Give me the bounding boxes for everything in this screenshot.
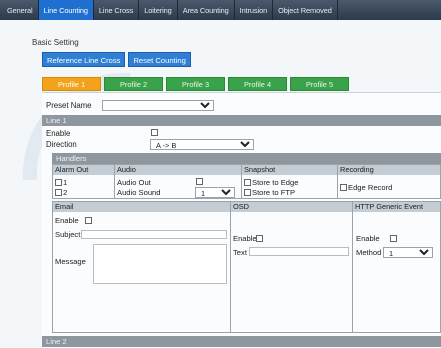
handlers-header: Handlers bbox=[52, 153, 441, 164]
audio-sound-label: Audio Sound bbox=[117, 188, 161, 197]
email-header: Email bbox=[53, 202, 231, 212]
profile-tabs: Profile 1 Profile 2 Profile 3 Profile 4 … bbox=[42, 77, 349, 91]
osd-enable-label: Enable bbox=[233, 234, 257, 243]
direction-select[interactable]: A -> B bbox=[150, 139, 254, 150]
reference-line-cross-button[interactable]: Reference Line Cross bbox=[42, 52, 126, 67]
store-to-ftp-checkbox[interactable] bbox=[244, 189, 251, 196]
recording-header: Recording bbox=[338, 165, 440, 175]
store-to-edge-label: Store to Edge bbox=[252, 178, 299, 187]
tab-line-counting[interactable]: Line Counting bbox=[38, 0, 94, 20]
alarm-out-1-checkbox[interactable] bbox=[55, 179, 62, 186]
basic-setting-label: Basic Setting bbox=[32, 38, 79, 47]
handlers-upper-table: Alarm Out Audio Snapshot Recording 1 2 A… bbox=[52, 164, 441, 199]
tab-object-removed[interactable]: Object Removed bbox=[273, 0, 338, 20]
email-subject-input[interactable] bbox=[81, 230, 227, 239]
osd-text-input[interactable] bbox=[249, 247, 349, 256]
snapshot-header: Snapshot bbox=[242, 165, 338, 175]
divider bbox=[241, 175, 242, 199]
tab-area-counting[interactable]: Area Counting bbox=[178, 0, 235, 20]
line-2-header: Line 2 bbox=[42, 336, 441, 347]
email-enable-checkbox[interactable] bbox=[85, 217, 92, 224]
alarm-out-2-checkbox[interactable] bbox=[55, 189, 62, 196]
audio-out-label: Audio Out bbox=[117, 178, 151, 187]
divider bbox=[114, 175, 115, 199]
tab-profile-1[interactable]: Profile 1 bbox=[42, 77, 101, 91]
divider bbox=[352, 212, 353, 332]
email-enable-label: Enable bbox=[55, 216, 79, 225]
http-enable-checkbox[interactable] bbox=[390, 235, 397, 242]
email-subject-label: Subject bbox=[55, 230, 81, 239]
divider bbox=[230, 212, 231, 332]
http-enable-label: Enable bbox=[356, 234, 380, 243]
store-to-ftp-label: Store to FTP bbox=[252, 188, 296, 197]
store-to-edge-checkbox[interactable] bbox=[244, 179, 251, 186]
handlers-lower-table: Email OSD HTTP Generic Event Enable Subj… bbox=[52, 201, 441, 333]
http-generic-event-header: HTTP Generic Event bbox=[353, 202, 440, 212]
tab-profile-2[interactable]: Profile 2 bbox=[104, 77, 163, 91]
top-nav: General Line Counting Line Cross Loiteri… bbox=[0, 0, 441, 20]
line-1-header: Line 1 bbox=[42, 115, 441, 126]
alarm-out-2-label: 2 bbox=[63, 188, 68, 197]
enable-label: Enable bbox=[46, 129, 71, 138]
direction-label: Direction bbox=[46, 140, 77, 149]
tab-profile-4[interactable]: Profile 4 bbox=[228, 77, 287, 91]
edge-record-checkbox[interactable] bbox=[340, 184, 347, 191]
profile-panel: Preset Name Line 1 Enable Direction A ->… bbox=[42, 92, 441, 348]
enable-checkbox[interactable] bbox=[151, 129, 158, 136]
osd-header: OSD bbox=[231, 202, 353, 212]
http-method-label: Method bbox=[356, 248, 382, 257]
alarm-out-header: Alarm Out bbox=[53, 165, 115, 175]
main-content: Basic Setting Reference Line Cross Reset… bbox=[0, 20, 441, 348]
email-message-label: Message bbox=[55, 257, 86, 266]
alarm-out-1-label: 1 bbox=[63, 178, 68, 187]
osd-text-label: Text bbox=[233, 248, 247, 257]
tab-intrusion[interactable]: Intrusion bbox=[235, 0, 274, 20]
edge-record-label: Edge Record bbox=[348, 183, 393, 192]
action-buttons: Reference Line Cross Reset Counting bbox=[42, 52, 191, 67]
tab-profile-3[interactable]: Profile 3 bbox=[166, 77, 225, 91]
reset-counting-button[interactable]: Reset Counting bbox=[128, 52, 191, 67]
preset-name-label: Preset Name bbox=[46, 101, 92, 110]
http-method-select[interactable]: 1 bbox=[383, 247, 433, 258]
audio-out-checkbox[interactable] bbox=[196, 178, 203, 185]
osd-enable-checkbox[interactable] bbox=[256, 235, 263, 242]
preset-name-select[interactable] bbox=[102, 100, 214, 111]
tab-line-cross[interactable]: Line Cross bbox=[94, 0, 140, 20]
tab-general[interactable]: General bbox=[2, 0, 39, 20]
divider bbox=[337, 175, 338, 199]
audio-header: Audio bbox=[115, 165, 242, 175]
tab-loitering[interactable]: Loitering bbox=[139, 0, 178, 20]
email-message-textarea[interactable] bbox=[93, 244, 227, 284]
tab-profile-5[interactable]: Profile 5 bbox=[290, 77, 349, 91]
audio-sound-select[interactable]: 1 bbox=[195, 187, 235, 198]
